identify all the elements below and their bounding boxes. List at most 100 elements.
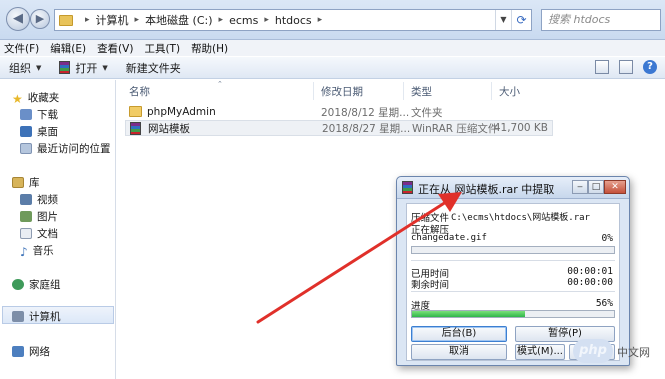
nav-network[interactable]: 网络 [12,344,50,359]
address-history-dropdown[interactable]: ▼ [495,10,511,30]
music-icon: ♪ [20,245,28,259]
nav-network-label: 网络 [29,346,50,358]
column-name[interactable]: 名称 [129,84,150,99]
nav-pictures[interactable]: 图片 [20,209,58,224]
file-date: 2018/8/27 星期... [322,122,411,135]
dialog-title: 正在从 网站模板.rar 中提取 [418,183,555,196]
chevron-down-icon: ▼ [102,63,108,72]
watermark-text: 中文网 [617,346,650,359]
nav-music[interactable]: ♪ 音乐 [20,243,54,259]
cancel-button[interactable]: 取消 [411,344,507,360]
back-arrow-icon: ◀ [13,11,23,26]
breadcrumb-drive-c[interactable]: 本地磁盘 (C:) [145,12,212,28]
column-divider[interactable] [313,82,314,100]
menu-bar: 文件(F) 编辑(E) 查看(V) 工具(T) 帮助(H) [0,40,665,56]
documents-icon [20,228,32,239]
maximize-button[interactable]: □ [588,180,604,194]
pictures-icon [20,211,32,222]
breadcrumb-computer[interactable]: 计算机 [96,12,129,28]
nav-desktop[interactable]: 桌面 [20,124,58,139]
folder-icon [129,106,142,117]
refresh-icon[interactable]: ⟳ [511,10,531,30]
menu-edit[interactable]: 编辑(E) [50,41,86,56]
watermark: php 中文网 [573,337,665,367]
file-percent: 0% [601,233,613,244]
nav-recent-places[interactable]: 最近访问的位置 [20,141,111,156]
command-toolbar: 组织 ▼ 打开 ▼ 新建文件夹 ? [0,57,665,79]
star-icon: ★ [12,92,23,106]
chevron-right-icon: ▸ [264,15,269,25]
file-name: phpMyAdmin [147,106,216,118]
computer-icon [12,311,24,322]
nav-pictures-label: 图片 [37,211,58,223]
nav-favorites-label: 收藏夹 [27,92,60,104]
network-icon [12,346,24,357]
minimize-button[interactable]: ‒ [572,180,588,194]
address-field[interactable]: ▸ 计算机 ▸ 本地磁盘 (C:) ▸ ecms ▸ htdocs ▸ ▼ ⟳ [54,9,532,31]
background-button[interactable]: 后台(B) [411,326,507,342]
nav-documents[interactable]: 文档 [20,226,58,241]
file-type: WinRAR 压缩文件 [412,122,499,135]
nav-homegroup[interactable]: 家庭组 [12,277,61,292]
help-icon[interactable]: ? [643,60,657,74]
nav-documents-label: 文档 [37,228,58,240]
nav-downloads[interactable]: 下载 [20,107,58,122]
desktop-icon [20,126,32,137]
remaining-label: 剩余时间 [411,280,450,291]
close-button[interactable]: ✕ [604,180,626,194]
column-size[interactable]: 大小 [499,84,520,99]
column-divider[interactable] [491,82,492,100]
column-type[interactable]: 类型 [411,84,432,99]
nav-desktop-label: 桌面 [37,126,58,138]
toolbar-right-group: ? [595,60,657,74]
search-input[interactable]: 搜索 htdocs [541,9,661,31]
back-button[interactable]: ◀ [6,7,30,31]
column-divider[interactable] [403,82,404,100]
open-label: 打开 [75,61,98,75]
nav-favorites[interactable]: ★ 收藏夹 [12,90,60,106]
organize-button[interactable]: 组织 ▼ [0,57,50,78]
menu-help[interactable]: 帮助(H) [191,41,228,56]
breadcrumb-ecms[interactable]: ecms [229,14,258,27]
total-progress-fill [412,311,526,317]
divider [411,260,615,261]
view-options-icon[interactable] [595,60,609,74]
remaining-time: 00:00:00 [567,277,613,288]
new-folder-button[interactable]: 新建文件夹 [117,57,190,78]
nav-homegroup-label: 家庭组 [29,279,61,291]
sort-caret-icon: ⌃ [217,80,223,88]
column-date[interactable]: 修改日期 [321,84,363,99]
library-icon [12,177,24,188]
forward-button[interactable]: ▶ [30,9,50,29]
nav-computer-label: 计算机 [29,311,61,323]
address-bar-area: ◀ ▶ ▸ 计算机 ▸ 本地磁盘 (C:) ▸ ecms ▸ htdocs ▸ … [0,0,665,40]
elapsed-time: 00:00:01 [567,266,613,277]
menu-view[interactable]: 查看(V) [97,41,133,56]
watermark-logo: php [573,339,613,363]
progress-percent: 56% [595,298,613,309]
open-button[interactable]: 打开 ▼ [50,57,116,78]
nav-videos[interactable]: 视频 [20,192,58,207]
chevron-down-icon: ▼ [36,63,42,72]
nav-recent-label: 最近访问的位置 [37,143,111,155]
file-row[interactable]: 网站模板 2018/8/27 星期... WinRAR 压缩文件 41,700 … [125,120,553,136]
menu-file[interactable]: 文件(F) [4,41,39,56]
file-row[interactable]: phpMyAdmin 2018/8/12 星期... 文件夹 [125,104,553,120]
divider [411,291,615,292]
dialog-titlebar[interactable]: 正在从 网站模板.rar 中提取 ‒ □ ✕ [397,177,629,199]
chevron-right-icon: ▸ [134,15,140,25]
winrar-icon [59,61,71,74]
winrar-archive-icon [130,122,141,135]
new-folder-label: 新建文件夹 [125,61,181,75]
chevron-right-icon: ▸ [85,15,90,25]
breadcrumb-htdocs[interactable]: htdocs [275,14,312,27]
file-date: 2018/8/12 星期... [321,106,410,119]
file-size: 41,700 KB [493,122,548,134]
mode-button[interactable]: 模式(M)... [515,344,565,360]
organize-label: 组织 [9,61,31,75]
menu-tools[interactable]: 工具(T) [144,41,180,56]
winrar-icon [402,181,413,194]
nav-computer[interactable]: 计算机 [12,309,61,324]
nav-libraries[interactable]: 库 [12,175,40,190]
preview-pane-icon[interactable] [619,60,633,74]
